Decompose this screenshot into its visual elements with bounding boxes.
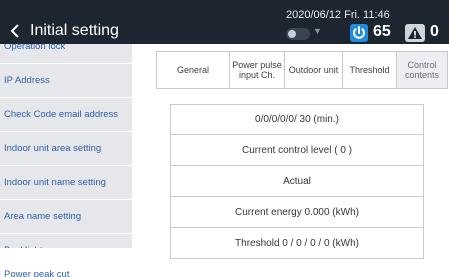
tab-bar: General Power pulse input Ch. Outdoor un… [156,51,448,89]
warning-count: 0 [430,23,439,40]
interval-row: 0/0/0/0/0/ 30 (min.) [170,104,424,135]
sidebar-item-ip-address[interactable]: IP Address [0,64,132,98]
control-level-row: Current control level ( 0 ) [170,135,424,166]
current-energy-row: Current energy 0.000 (kWh) [170,197,424,228]
tab-power-pulse-input[interactable]: Power pulse input Ch. [229,51,284,89]
tab-general[interactable]: General [156,51,229,89]
sidebar-item-area-name-setting[interactable]: Area name setting [0,200,132,234]
sidebar-item-indoor-area-setting[interactable]: Indoor unit area setting [0,132,132,166]
control-contents-panel: 0/0/0/0/0/ 30 (min.) Current control lev… [170,104,424,259]
toggle-icon[interactable] [286,28,310,40]
warning-icon [405,24,425,42]
power-icon [350,24,368,42]
tab-threshold[interactable]: Threshold [342,51,396,89]
datetime-display: 2020/06/12 Fri. 11:46 [286,9,390,21]
sidebar-item-operation-lock[interactable]: Operation lock [0,44,132,64]
header-bar: Initial setting 2020/06/12 Fri. 11:46 ▼ … [0,0,449,44]
tab-outdoor-unit[interactable]: Outdoor unit [284,51,342,89]
page-title: Initial setting [30,22,119,39]
tab-control-contents[interactable]: Control contents [396,51,448,89]
sidebar-item-indoor-name-setting[interactable]: Indoor unit name setting [0,166,132,200]
sidebar-item-label: Power peak cut [4,269,70,277]
power-count: 65 [373,23,391,40]
dropdown-arrow-icon[interactable]: ▼ [313,26,322,36]
threshold-row: Threshold 0 / 0 / 0 / 0 (kWh) [170,228,424,259]
chevron-left-icon[interactable] [8,23,22,39]
actual-row: Actual [170,166,424,197]
sidebar-item-check-code-email[interactable]: Check Code email address [0,98,132,132]
sidebar: Operation lock IP Address Check Code ema… [0,44,132,277]
sidebar-item-power-peak-cut[interactable]: Power peak cut [0,248,132,277]
